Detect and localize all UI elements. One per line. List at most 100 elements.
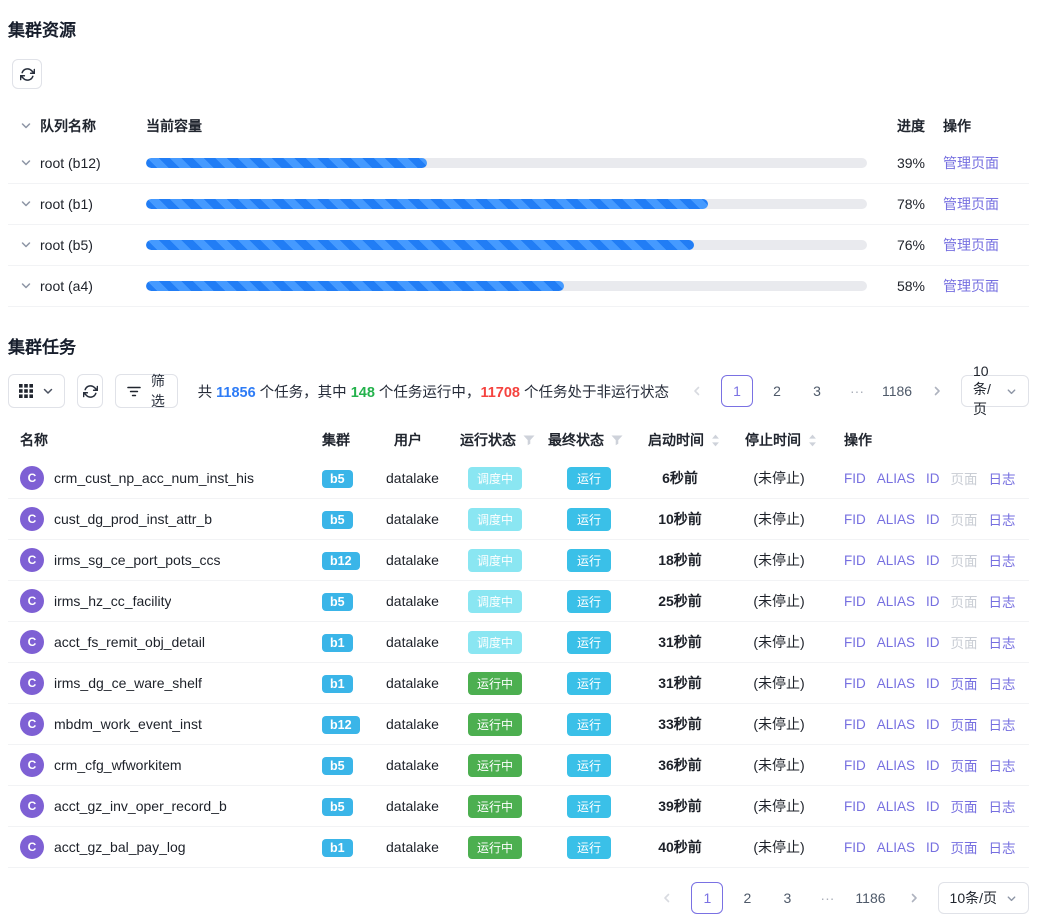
task-user: datalake xyxy=(386,511,460,527)
pagination-page-2[interactable]: 2 xyxy=(761,375,793,407)
task-start-time: 10秒前 xyxy=(630,509,730,529)
task-action-alias[interactable]: ALIAS xyxy=(877,758,915,773)
resources-refresh-button[interactable] xyxy=(12,59,42,89)
task-action-alias[interactable]: ALIAS xyxy=(877,553,915,568)
task-action-alias[interactable]: ALIAS xyxy=(877,676,915,691)
task-action-fid[interactable]: FID xyxy=(844,635,866,650)
queue-capacity-bar xyxy=(146,158,877,168)
task-action-id[interactable]: ID xyxy=(926,717,940,732)
task-action-page[interactable]: 页面 xyxy=(951,755,978,775)
task-action-log[interactable]: 日志 xyxy=(989,714,1016,734)
queue-expand-icon[interactable] xyxy=(20,198,32,210)
run-status-tag: 运行中 xyxy=(468,713,522,736)
queue-column-header: 队列名称 xyxy=(40,116,96,136)
task-action-page[interactable]: 页面 xyxy=(951,673,978,693)
pagination-page-1186[interactable]: 1186 xyxy=(851,882,889,914)
run-status-tag: 运行中 xyxy=(468,836,522,859)
sort-icon[interactable] xyxy=(808,434,817,447)
actions-column-header: 操作 xyxy=(828,430,1029,450)
task-action-log[interactable]: 日志 xyxy=(989,755,1016,775)
task-stop-time: (未停止) xyxy=(730,755,828,775)
queue-manage-link[interactable]: 管理页面 xyxy=(943,278,999,294)
queue-manage-link[interactable]: 管理页面 xyxy=(943,237,999,253)
queue-progress-value: 78% xyxy=(877,196,925,212)
sort-icon[interactable] xyxy=(711,434,720,447)
pagination-ellipsis[interactable]: ··· xyxy=(841,375,873,407)
pagination-page-2[interactable]: 2 xyxy=(731,882,763,914)
filter-button[interactable]: 筛选 xyxy=(115,374,177,408)
task-start-time: 39秒前 xyxy=(630,796,730,816)
pagination-next-button[interactable] xyxy=(898,882,930,914)
task-action-log[interactable]: 日志 xyxy=(989,673,1016,693)
progress-column-header: 进度 xyxy=(877,116,925,136)
queue-capacity-bar xyxy=(146,281,877,291)
task-action-fid[interactable]: FID xyxy=(844,676,866,691)
task-action-log[interactable]: 日志 xyxy=(989,468,1016,488)
pagination-page-3[interactable]: 3 xyxy=(771,882,803,914)
task-action-fid[interactable]: FID xyxy=(844,471,866,486)
queue-name: root (b1) xyxy=(40,196,93,212)
final-status-tag: 运行 xyxy=(567,754,611,777)
task-avatar: C xyxy=(20,466,44,490)
task-action-log[interactable]: 日志 xyxy=(989,591,1016,611)
task-action-alias[interactable]: ALIAS xyxy=(877,635,915,650)
task-action-fid[interactable]: FID xyxy=(844,799,866,814)
task-action-id[interactable]: ID xyxy=(926,676,940,691)
task-action-id[interactable]: ID xyxy=(926,840,940,855)
queue-manage-link[interactable]: 管理页面 xyxy=(943,196,999,212)
task-name: crm_cfg_wfworkitem xyxy=(54,757,182,773)
pagination-page-3[interactable]: 3 xyxy=(801,375,833,407)
task-action-alias[interactable]: ALIAS xyxy=(877,512,915,527)
task-action-log[interactable]: 日志 xyxy=(989,837,1016,857)
task-action-id[interactable]: ID xyxy=(926,512,940,527)
task-action-log[interactable]: 日志 xyxy=(989,509,1016,529)
pagination-page-1186[interactable]: 1186 xyxy=(881,375,913,407)
task-action-page[interactable]: 页面 xyxy=(951,714,978,734)
queue-expand-icon[interactable] xyxy=(20,239,32,251)
pagination-page-1[interactable]: 1 xyxy=(691,882,723,914)
queue-row: root (b5) 76% 管理页面 xyxy=(8,225,1029,266)
page-size-select[interactable]: 10条/页 xyxy=(961,375,1029,407)
column-settings-button[interactable] xyxy=(8,374,65,408)
pagination-ellipsis[interactable]: ··· xyxy=(811,882,843,914)
task-action-alias[interactable]: ALIAS xyxy=(877,471,915,486)
queue-expand-icon[interactable] xyxy=(20,157,32,169)
pagination-page-1[interactable]: 1 xyxy=(721,375,753,407)
tasks-refresh-button[interactable] xyxy=(77,374,103,408)
pagination-next-button[interactable] xyxy=(921,375,953,407)
task-action-fid[interactable]: FID xyxy=(844,758,866,773)
task-action-id[interactable]: ID xyxy=(926,553,940,568)
task-action-alias[interactable]: ALIAS xyxy=(877,840,915,855)
final-status-tag: 运行 xyxy=(567,549,611,572)
task-action-alias[interactable]: ALIAS xyxy=(877,594,915,609)
task-action-id[interactable]: ID xyxy=(926,758,940,773)
task-row: C cust_dg_prod_inst_attr_b b5 datalake 调… xyxy=(8,499,1029,540)
task-action-log[interactable]: 日志 xyxy=(989,796,1016,816)
task-action-id[interactable]: ID xyxy=(926,471,940,486)
task-action-alias[interactable]: ALIAS xyxy=(877,799,915,814)
queue-expand-icon[interactable] xyxy=(20,280,32,292)
task-action-fid[interactable]: FID xyxy=(844,553,866,568)
page-size-select[interactable]: 10条/页 xyxy=(938,882,1029,914)
task-action-fid[interactable]: FID xyxy=(844,717,866,732)
task-user: datalake xyxy=(386,552,460,568)
queue-manage-link[interactable]: 管理页面 xyxy=(943,155,999,171)
task-action-fid[interactable]: FID xyxy=(844,840,866,855)
task-action-fid[interactable]: FID xyxy=(844,512,866,527)
actions-column-header: 操作 xyxy=(925,116,1029,136)
task-action-log[interactable]: 日志 xyxy=(989,632,1016,652)
task-avatar: C xyxy=(20,753,44,777)
task-action-id[interactable]: ID xyxy=(926,635,940,650)
collapse-all-icon[interactable] xyxy=(20,120,32,132)
task-action-fid[interactable]: FID xyxy=(844,594,866,609)
task-action-id[interactable]: ID xyxy=(926,594,940,609)
task-action-page[interactable]: 页面 xyxy=(951,837,978,857)
task-action-id[interactable]: ID xyxy=(926,799,940,814)
task-action-alias[interactable]: ALIAS xyxy=(877,717,915,732)
task-action-log[interactable]: 日志 xyxy=(989,550,1016,570)
filter-funnel-icon[interactable] xyxy=(523,435,535,446)
name-column-header: 名称 xyxy=(8,430,320,450)
task-avatar: C xyxy=(20,794,44,818)
filter-funnel-icon[interactable] xyxy=(611,435,623,446)
task-action-page[interactable]: 页面 xyxy=(951,796,978,816)
